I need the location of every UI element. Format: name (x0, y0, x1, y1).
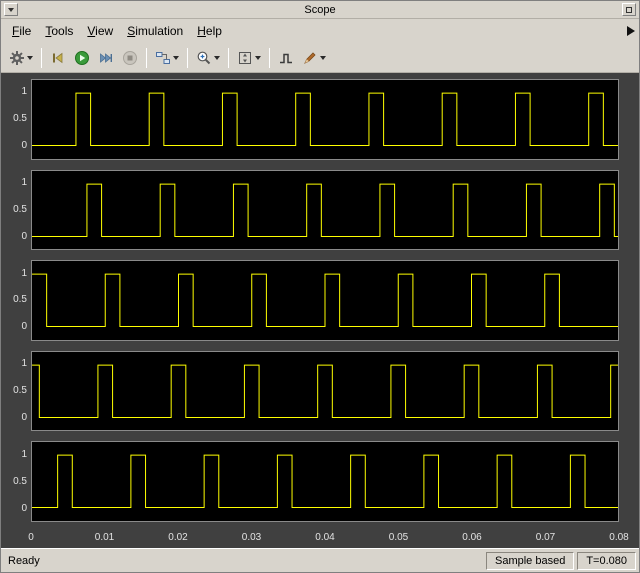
run-icon (75, 50, 89, 65)
y-tick-label: 0.5 (13, 385, 27, 397)
scope-subplot-2: 0 0.5 1 (5, 169, 619, 251)
scope-axes-3[interactable] (31, 260, 619, 341)
toolbar-separator (187, 47, 188, 68)
x-tick-label: 0.07 (535, 531, 556, 543)
x-tick-label: 0.05 (388, 531, 409, 543)
window-title: Scope (304, 3, 336, 16)
dropdown-arrow-icon (214, 55, 220, 60)
dock-icon (626, 6, 632, 13)
brush-icon (304, 51, 316, 64)
y-tick-label: 0.5 (13, 203, 27, 215)
status-bar: Ready Sample based T=0.080 (1, 548, 639, 572)
x-tick-label: 0.08 (609, 531, 629, 543)
step-back-icon (53, 52, 63, 63)
y-tick-label: 0 (21, 321, 27, 333)
waveform-signal-2 (32, 184, 618, 236)
dropdown-arrow-icon (255, 55, 261, 60)
menu-help[interactable]: Help (190, 20, 229, 42)
menu-overflow-icon[interactable] (627, 26, 635, 36)
signal-selector-button[interactable] (152, 47, 182, 69)
style-button[interactable] (299, 47, 329, 69)
step-back-button[interactable] (47, 47, 69, 69)
scope-subplot-5: 0 0.5 1 (5, 441, 619, 522)
y-tick-label: 0 (21, 502, 27, 514)
scope-axes-4[interactable] (31, 350, 619, 432)
menu-tools[interactable]: Tools (38, 20, 80, 42)
y-tick-label: 1 (21, 267, 27, 279)
x-tick-label: 0.01 (94, 531, 115, 543)
waveform-signal-5 (32, 455, 618, 507)
y-tick-label: 0.5 (13, 294, 27, 306)
run-button[interactable] (71, 47, 93, 69)
y-tick-label: 1 (21, 358, 27, 370)
y-tick-label: 0 (21, 140, 27, 152)
y-axis-ticks: 0 0.5 1 (5, 351, 31, 432)
y-axis-ticks: 0 0.5 1 (5, 79, 31, 160)
waveform-signal-3 (32, 274, 618, 326)
step-forward-button[interactable] (95, 47, 117, 69)
x-axis-ticks: 0 0.01 0.02 0.03 0.04 0.05 0.06 0.07 0.08 (5, 531, 629, 546)
y-tick-label: 0.5 (13, 113, 27, 125)
x-axis-labels: 0 0.01 0.02 0.03 0.04 0.05 0.06 0.07 0.08 (28, 531, 629, 546)
status-sample-mode: Sample based (486, 551, 575, 570)
y-tick-label: 0 (21, 411, 27, 423)
y-tick-label: 0.5 (13, 475, 27, 487)
x-tick-label: 0.04 (315, 531, 335, 543)
scope-window: Scope File Tools View Simulation Help 0 … (0, 0, 640, 573)
y-axis-ticks: 0 0.5 1 (5, 260, 31, 341)
menu-file[interactable]: File (5, 20, 38, 42)
status-ready: Ready (8, 554, 40, 567)
window-menu-icon (8, 7, 14, 12)
title-bar[interactable]: Scope (1, 1, 639, 19)
menu-view[interactable]: View (80, 20, 120, 42)
fit-view-button[interactable] (234, 47, 264, 69)
toolbar-separator (146, 47, 147, 68)
y-tick-label: 1 (21, 177, 27, 189)
waveform-signal-1 (32, 93, 618, 145)
zoom-in-icon (197, 51, 211, 64)
zoom-button[interactable] (193, 47, 223, 69)
y-axis-ticks: 0 0.5 1 (5, 170, 31, 251)
y-tick-label: 1 (21, 86, 27, 98)
toolbar (1, 43, 639, 73)
signal-selector-icon (156, 51, 170, 64)
window-menu-button[interactable] (4, 3, 18, 16)
x-tick-label: 0.06 (462, 531, 482, 543)
x-tick-label: 0 (28, 531, 34, 543)
stop-icon (123, 50, 137, 65)
menu-simulation[interactable]: Simulation (120, 20, 190, 42)
scope-subplot-4: 0 0.5 1 (5, 350, 619, 432)
x-tick-label: 0.03 (241, 531, 262, 543)
y-tick-label: 0 (21, 230, 27, 242)
dropdown-arrow-icon (320, 55, 326, 60)
scope-subplot-3: 0 0.5 1 (5, 260, 619, 341)
measurements-button[interactable] (275, 47, 297, 69)
toolbar-separator (41, 47, 42, 68)
scope-axes-1[interactable] (31, 79, 619, 160)
scope-plot-area: 0 0.5 1 0 0.5 1 0 0.5 1 0 0.5 1 0 0.5 1 0 0.01 0.02 0.03 0.… (1, 73, 639, 548)
fit-to-view-icon (239, 51, 251, 64)
gear-icon (10, 50, 24, 65)
toolbar-separator (228, 47, 229, 68)
menu-bar: File Tools View Simulation Help (1, 19, 639, 43)
step-forward-icon (100, 52, 112, 63)
x-axis-spacer (5, 532, 31, 546)
x-tick-label: 0.02 (168, 531, 188, 543)
staircase-signal-icon (280, 53, 292, 63)
scope-subplot-1: 0 0.5 1 (5, 79, 619, 160)
stop-button[interactable] (119, 47, 141, 69)
y-tick-label: 1 (21, 448, 27, 460)
dropdown-arrow-icon (27, 55, 33, 60)
y-axis-ticks: 0 0.5 1 (5, 441, 31, 522)
dropdown-arrow-icon (173, 55, 179, 60)
status-time: T=0.080 (577, 551, 636, 570)
undock-button[interactable] (622, 3, 636, 16)
scope-axes-5[interactable] (31, 441, 619, 522)
toolbar-separator (269, 47, 270, 68)
scope-axes-2[interactable] (31, 169, 619, 251)
waveform-signal-4 (32, 365, 618, 417)
settings-button[interactable] (6, 47, 36, 69)
